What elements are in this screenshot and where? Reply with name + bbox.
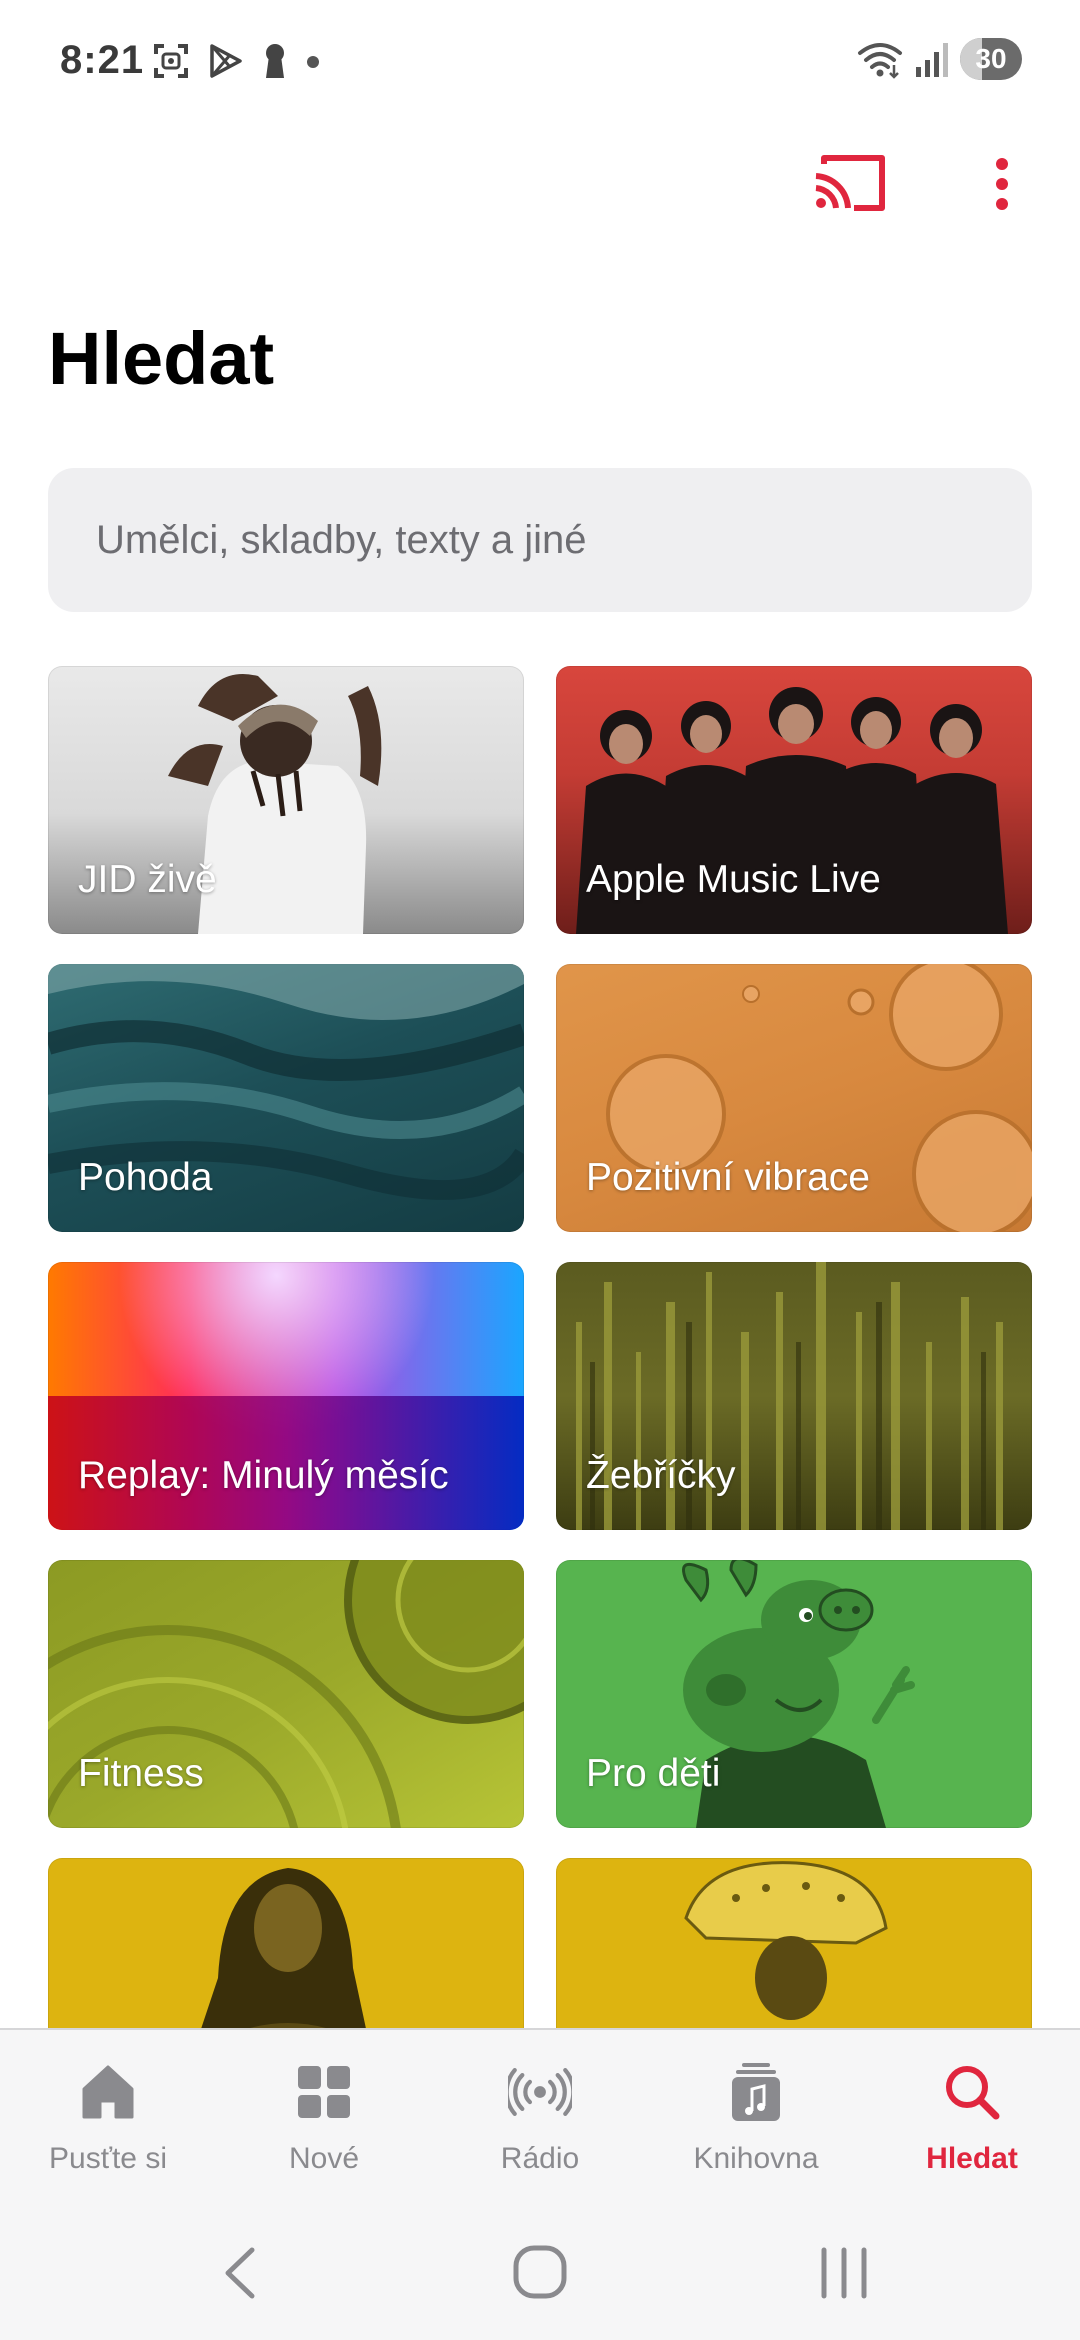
category-tile-pozitivni-vibrace[interactable]: Pozitivní vibrace [556,964,1032,1232]
grid-icon [292,2060,356,2124]
radio-icon [508,2060,572,2124]
tab-label: Pusťte si [49,2142,167,2175]
home-circle-icon [513,2245,567,2299]
status-bar: 8:21 30 [0,0,1080,128]
tile-label: Replay: Minulý měsíc [78,1454,449,1497]
category-tile-fitness[interactable]: Fitness [48,1560,524,1828]
wifi-icon [858,43,902,79]
recent-apps-button[interactable] [804,2238,884,2308]
artist-portrait-image [201,1868,366,2028]
tab-label: Nové [288,2142,360,2175]
category-grid: JID živě Apple Music Live Pohoda Pozitiv… [48,666,1032,2028]
chevron-left-icon [225,2247,255,2299]
home-button[interactable] [500,2238,580,2308]
cast-icon [815,155,885,211]
page-title: Hledat [48,317,275,400]
tile-label: Apple Music Live [586,858,881,901]
tile-label: Pozitivní vibrace [586,1156,870,1199]
tile-label: JID živě [78,858,217,901]
tile-label: Fitness [78,1752,204,1795]
category-tile-jid-zive[interactable]: JID živě [48,666,524,934]
tile-label: Pohoda [78,1156,213,1199]
category-tile-pohoda[interactable]: Pohoda [48,964,524,1232]
system-navigation-bar [0,2198,1080,2340]
screenshot-icon [154,44,188,78]
tile-label: Žebříčky [586,1454,736,1497]
search-placeholder: Umělci, skladby, texty a jiné [96,517,587,562]
battery-indicator: 30 [960,38,1022,80]
tab-listen-now[interactable]: Pusťte si [0,2030,216,2200]
search-icon [940,2060,1004,2124]
artist-portrait-image [684,1861,888,2020]
notification-icons [152,42,320,80]
library-icon [724,2060,788,2124]
tile-label: Pro děti [586,1752,721,1795]
tab-label: Rádio [500,2142,580,2175]
status-time: 8:21 [60,38,145,82]
tab-new[interactable]: Nové [216,2030,432,2200]
tab-bar: Pusťte si Nové Rádio Knihovna Hledat [0,2028,1080,2200]
category-tile-artist-2[interactable] [556,1858,1032,2028]
more-vertical-icon [996,158,1008,210]
tab-label: Hledat [926,2142,1018,2175]
dot-icon [307,56,319,68]
back-button[interactable] [200,2238,280,2308]
recent-apps-icon [821,2247,867,2299]
cast-button[interactable] [812,150,888,220]
category-tile-zebricky[interactable]: Žebříčky [556,1262,1032,1530]
tab-label: Knihovna [693,2142,819,2175]
home-icon [76,2060,140,2124]
tab-library[interactable]: Knihovna [648,2030,864,2200]
category-tile-apple-music-live[interactable]: Apple Music Live [556,666,1032,934]
system-icons: 30 [856,38,1022,80]
play-store-icon [210,44,242,78]
tab-radio[interactable]: Rádio [432,2030,648,2200]
search-input[interactable]: Umělci, skladby, texty a jiné [48,468,1032,612]
category-tile-replay[interactable]: Replay: Minulý měsíc [48,1262,524,1530]
tab-search[interactable]: Hledat [864,2030,1080,2200]
category-tile-pro-deti[interactable]: Pro děti [556,1560,1032,1828]
battery-level: 30 [975,43,1007,74]
category-tile-artist-1[interactable] [48,1858,524,2028]
signal-icon [916,43,948,77]
more-options-button[interactable] [976,150,1028,220]
keyhole-icon [266,44,284,78]
